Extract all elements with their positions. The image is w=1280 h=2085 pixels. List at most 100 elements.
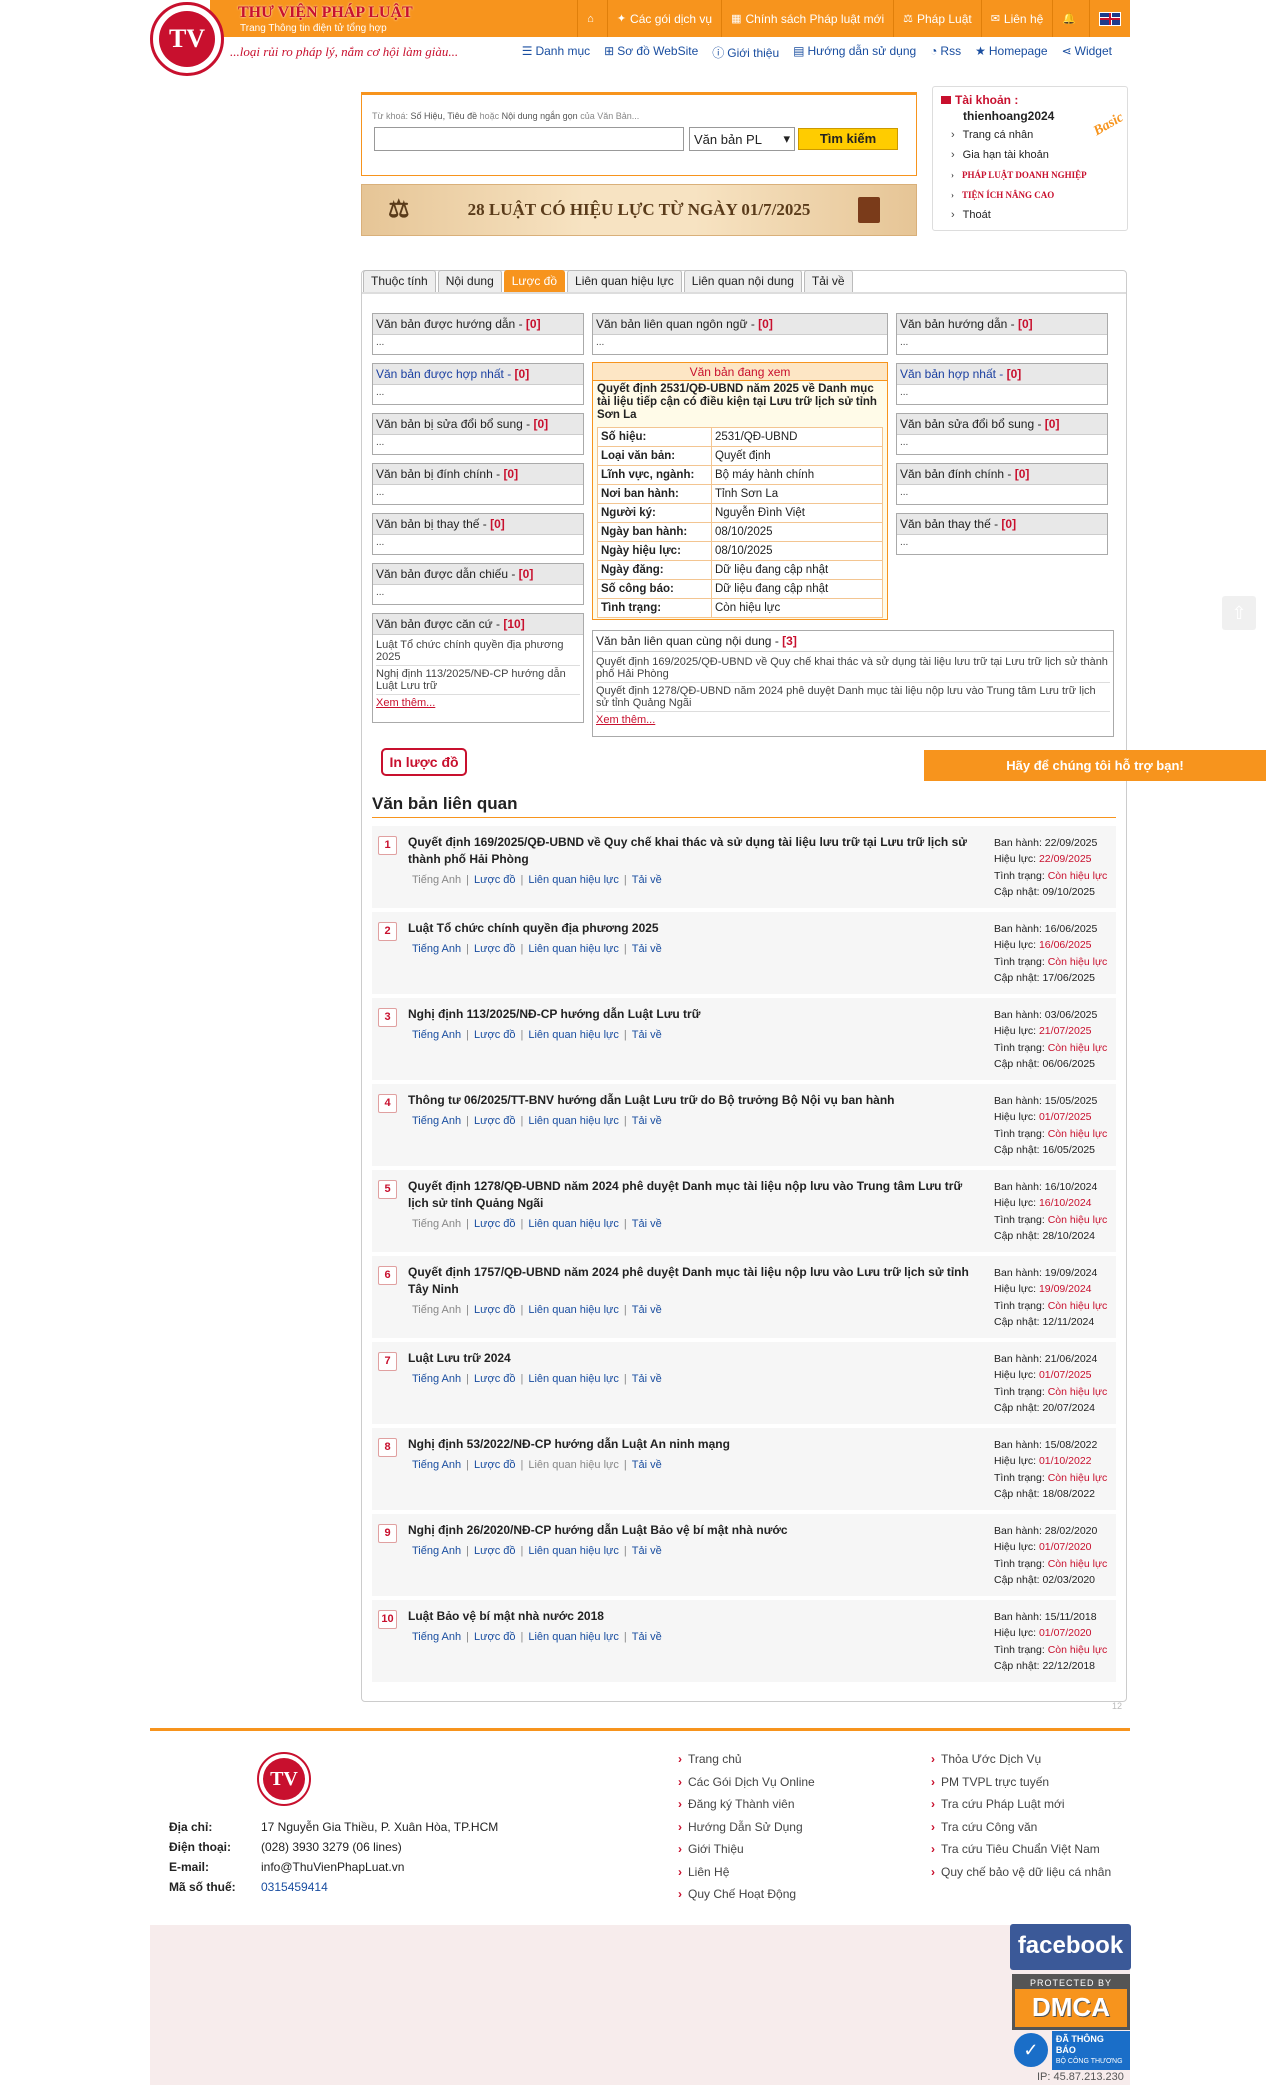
support-button[interactable]: Hãy để chúng tôi hỗ trợ bạn! — [924, 750, 1266, 781]
footer-link[interactable]: Trang chủ — [678, 1748, 815, 1771]
related-validity-link[interactable]: Liên quan hiệu lực — [528, 1631, 619, 1643]
diagram-link[interactable]: Lược đồ — [474, 1304, 516, 1316]
related-doc-title[interactable]: Thông tư 06/2025/TT-BNV hướng dẫn Luật L… — [408, 1092, 978, 1109]
footer-link[interactable]: Các Gói Dịch Vụ Online — [678, 1771, 815, 1794]
footer-link[interactable]: Đăng ký Thành viên — [678, 1793, 815, 1816]
gift-nav-item[interactable]: ✦ Các gói dịch vụ — [606, 0, 721, 37]
diagram-consolidating-docs[interactable]: Văn bản hợp nhất - [0] ... — [896, 363, 1108, 405]
facebook-button[interactable]: facebook — [1010, 1924, 1131, 1970]
footer-link[interactable]: Thỏa Ước Dịch Vụ — [931, 1748, 1111, 1771]
list-item[interactable]: Nghị định 113/2025/NĐ-CP hướng dẫn Luật … — [376, 666, 580, 695]
subnav-item-4[interactable]: ◔ Rss — [930, 44, 961, 61]
promo-banner[interactable]: ⚖ 28 LUẬT CÓ HIỆU LỰC TỪ NGÀY 01/7/2025 — [361, 184, 917, 236]
diagram-correcting-docs[interactable]: Văn bản đính chính - [0] ... — [896, 463, 1108, 505]
footer-link[interactable]: Quy Chế Hoạt Động — [678, 1883, 815, 1906]
diagram-replaced-docs[interactable]: Văn bản bị thay thế - [0] ... — [372, 513, 584, 555]
tab-related-validity[interactable]: Liên quan hiệu lực — [567, 270, 682, 292]
ministry-badge[interactable]: ✓ ĐÃ THÔNG BÁO BỘ CÔNG THƯƠNG — [1014, 2030, 1130, 2070]
tab-content[interactable]: Nội dung — [437, 270, 502, 292]
policy-nav-item[interactable]: ▦ Chính sách Pháp luật mới — [721, 0, 893, 37]
download-link[interactable]: Tải về — [632, 1029, 662, 1041]
download-link[interactable]: Tải về — [632, 1304, 662, 1316]
subnav-item-2[interactable]: ⓘ Giới thiệu — [712, 44, 779, 61]
download-link[interactable]: Tải về — [632, 1115, 662, 1127]
related-doc-title[interactable]: Luật Tổ chức chính quyền địa phương 2025 — [408, 920, 978, 937]
diagram-guiding-docs[interactable]: Văn bản hướng dẫn - [0] ... — [896, 313, 1108, 355]
related-doc-title[interactable]: Luật Bảo vệ bí mật nhà nước 2018 — [408, 1608, 978, 1625]
tab-download[interactable]: Tải về — [803, 270, 853, 292]
mail-nav-item[interactable]: ✉ Liên hệ — [980, 0, 1053, 37]
related-doc-title[interactable]: Nghị định 53/2022/NĐ-CP hướng dẫn Luật A… — [408, 1436, 978, 1453]
footer-link[interactable]: Tra cứu Công văn — [931, 1816, 1111, 1839]
account-item-renew[interactable]: Gia hạn tài khoản — [951, 145, 1119, 165]
diagram-link[interactable]: Lược đồ — [474, 1373, 516, 1385]
download-link[interactable]: Tải về — [632, 874, 662, 886]
diagram-referenced-docs[interactable]: Văn bản được dẫn chiếu - [0] ... — [372, 563, 584, 605]
account-item-business-law[interactable]: PHÁP LUẬT DOANH NGHIỆP — [951, 165, 1119, 185]
site-logo[interactable]: TV — [150, 2, 224, 76]
bell-nav-item[interactable]: 🔔 — [1052, 0, 1089, 37]
diagram-link[interactable]: Lược đồ — [474, 1545, 516, 1557]
download-link[interactable]: Tải về — [632, 1218, 662, 1230]
english-link[interactable]: Tiếng Anh — [412, 1115, 461, 1127]
related-validity-link[interactable]: Liên quan hiệu lực — [528, 1373, 619, 1385]
diagram-link[interactable]: Lược đồ — [474, 1115, 516, 1127]
related-doc-title[interactable]: Nghị định 113/2025/NĐ-CP hướng dẫn Luật … — [408, 1006, 978, 1023]
diagram-link[interactable]: Lược đồ — [474, 1631, 516, 1643]
print-diagram-button[interactable]: In lược đồ — [381, 748, 467, 776]
related-validity-link[interactable]: Liên quan hiệu lực — [528, 943, 619, 955]
diagram-amending-docs[interactable]: Văn bản sửa đổi bổ sung - [0] ... — [896, 413, 1108, 455]
account-item-advanced[interactable]: TIỆN ÍCH NÂNG CAO — [951, 185, 1119, 205]
related-validity-link[interactable]: Liên quan hiệu lực — [528, 874, 619, 886]
search-button[interactable]: Tìm kiếm — [798, 128, 898, 150]
footer-link[interactable]: Tra cứu Tiêu Chuẩn Việt Nam — [931, 1838, 1111, 1861]
english-link[interactable]: Tiếng Anh — [412, 1631, 461, 1643]
related-doc-title[interactable]: Quyết định 169/2025/QĐ-UBND về Quy chế k… — [408, 834, 978, 868]
search-input[interactable] — [374, 127, 684, 151]
related-validity-link[interactable]: Liên quan hiệu lực — [528, 1304, 619, 1316]
download-link[interactable]: Tải về — [632, 1545, 662, 1557]
subnav-item-6[interactable]: ⋖ Widget — [1062, 44, 1112, 61]
diagram-language-docs[interactable]: Văn bản liên quan ngôn ngữ - [0] ... — [592, 313, 888, 355]
footer-link[interactable]: Quy chế bảo vệ dữ liệu cá nhân — [931, 1861, 1111, 1884]
home-nav-item[interactable]: ⌂ — [577, 0, 607, 37]
related-doc-title[interactable]: Quyết định 1278/QĐ-UBND năm 2024 phê duy… — [408, 1178, 978, 1212]
download-link[interactable]: Tải về — [632, 1459, 662, 1471]
info-value[interactable]: info@ThuVienPhapLuat.vn — [261, 1860, 404, 1874]
download-link[interactable]: Tải về — [632, 1631, 662, 1643]
account-item-logout[interactable]: Thoát — [951, 205, 1119, 225]
diagram-link[interactable]: Lược đồ — [474, 1029, 516, 1041]
tab-attributes[interactable]: Thuộc tính — [363, 270, 436, 292]
english-link[interactable]: Tiếng Anh — [412, 1373, 461, 1385]
download-link[interactable]: Tải về — [632, 943, 662, 955]
footer-link[interactable]: Liên Hệ — [678, 1861, 815, 1884]
see-more-link[interactable]: Xem thêm... — [376, 695, 580, 711]
english-link[interactable]: Tiếng Anh — [412, 1459, 461, 1471]
see-more-link[interactable]: Xem thêm... — [596, 712, 1110, 728]
dmca-badge[interactable]: PROTECTED BY DMCA — [1012, 1974, 1130, 2030]
related-validity-link[interactable]: Liên quan hiệu lực — [528, 1115, 619, 1127]
diagram-link[interactable]: Lược đồ — [474, 874, 516, 886]
scroll-top-icon[interactable]: ⇧ — [1222, 596, 1256, 630]
info-value[interactable]: 0315459414 — [261, 1880, 328, 1894]
english-link[interactable]: Tiếng Anh — [412, 1545, 461, 1557]
diagram-amended-docs[interactable]: Văn bản bị sửa đổi bổ sung - [0] ... — [372, 413, 584, 455]
footer-logo[interactable]: TV — [257, 1752, 311, 1806]
tab-diagram[interactable]: Lược đồ — [503, 270, 566, 292]
related-doc-title[interactable]: Luật Lưu trữ 2024 — [408, 1350, 978, 1367]
related-validity-link[interactable]: Liên quan hiệu lực — [528, 1029, 619, 1041]
tab-related-content[interactable]: Liên quan nội dung — [683, 270, 802, 292]
download-link[interactable]: Tải về — [632, 1373, 662, 1385]
diagram-replacing-docs[interactable]: Văn bản thay thế - [0] ... — [896, 513, 1108, 555]
footer-link[interactable]: Giới Thiệu — [678, 1838, 815, 1861]
list-item[interactable]: Luật Tổ chức chính quyền địa phương 2025 — [376, 637, 580, 666]
list-item[interactable]: Quyết định 1278/QĐ-UBND năm 2024 phê duy… — [596, 683, 1110, 712]
diagram-link[interactable]: Lược đồ — [474, 1218, 516, 1230]
subnav-item-5[interactable]: ★ Homepage — [975, 44, 1047, 61]
diagram-guided-docs[interactable]: Văn bản được hướng dẫn - [0] ... — [372, 313, 584, 355]
footer-link[interactable]: Hướng Dẫn Sử Dụng — [678, 1816, 815, 1839]
footer-link[interactable]: PM TVPL trực tuyến — [931, 1771, 1111, 1794]
related-validity-link[interactable]: Liên quan hiệu lực — [528, 1545, 619, 1557]
diagram-link[interactable]: Lược đồ — [474, 1459, 516, 1471]
subnav-item-3[interactable]: ▤ Hướng dẫn sử dụng — [793, 44, 916, 61]
